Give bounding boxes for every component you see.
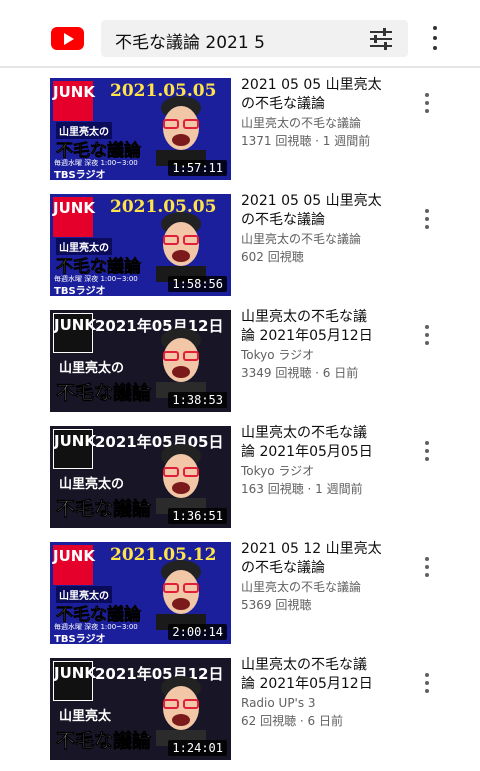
video-info[interactable]: 2021 05 12 山里亮太 の不毛な議論 山里亮太の不毛な議論 5369 回視… xyxy=(241,540,401,614)
thumbnail-station: TBSラジオ xyxy=(54,170,106,180)
thumbnail-show-title: 不毛な議論 xyxy=(56,498,152,521)
video-result[interactable]: JUNK 2021年05月12日 山里亮太 不毛な議論 1:24:01 山里亮太… xyxy=(0,648,480,764)
video-thumbnail[interactable]: JUNK 2021年05月12日 山里亮太の 不毛な議論 1:38:53 xyxy=(50,310,231,412)
video-result[interactable]: JUNK 2021.05.05 山里亮太の 不毛な議論 毎週水曜 深夜 1:00… xyxy=(0,184,480,300)
view-count-age: 5369 回視聴 xyxy=(241,598,312,612)
host-face-image xyxy=(156,560,206,630)
video-result[interactable]: JUNK 2021年05月12日 山里亮太の 不毛な議論 1:38:53 山里亮… xyxy=(0,300,480,416)
search-bar[interactable]: 不毛な議論 2021 5 xyxy=(101,20,408,57)
video-result[interactable]: JUNK 2021.05.05 山里亮太の 不毛な議論 毎週水曜 深夜 1:00… xyxy=(0,68,480,184)
video-thumbnail[interactable]: JUNK 2021.05.12 山里亮太の 不毛な議論 毎週水曜 深夜 1:00… xyxy=(50,542,231,644)
junk-badge: JUNK xyxy=(53,197,95,237)
junk-badge: JUNK xyxy=(53,661,96,701)
video-thumbnail[interactable]: JUNK 2021年05月12日 山里亮太 不毛な議論 1:24:01 xyxy=(50,658,231,760)
thumbnail-show-title: 不毛な議論 xyxy=(56,382,152,405)
video-info[interactable]: 山里亮太の不毛な議論 2021年05月12日 Radio UP's 3 62 回… xyxy=(241,656,401,730)
video-result[interactable]: JUNK 2021年05月05日 山里亮太の 不毛な議論 1:36:51 山里亮… xyxy=(0,416,480,532)
video-duration: 1:36:51 xyxy=(168,508,227,524)
view-count-age: 1371 回視聴 · 1 週間前 xyxy=(241,134,371,148)
more-vert-icon[interactable] xyxy=(424,209,430,229)
view-count-age: 62 回視聴 · 6 日前 xyxy=(241,714,343,728)
channel-name[interactable]: 山里亮太の不毛な議論 xyxy=(241,230,401,248)
channel-name[interactable]: 山里亮太の不毛な議論 xyxy=(241,114,401,132)
video-thumbnail[interactable]: JUNK 2021年05月05日 山里亮太の 不毛な議論 1:36:51 xyxy=(50,426,231,528)
channel-name[interactable]: 山里亮太の不毛な議論 xyxy=(241,578,401,596)
top-app-bar: 不毛な議論 2021 5 xyxy=(0,0,480,68)
video-duration: 1:24:01 xyxy=(168,740,227,756)
video-title[interactable]: 2021 05 12 山里亮太 の不毛な議論 xyxy=(241,540,401,578)
video-info[interactable]: 2021 05 05 山里亮太 の不毛な議論 山里亮太の不毛な議論 1371 回視… xyxy=(241,76,401,150)
channel-name[interactable]: Tokyo ラジオ xyxy=(241,346,401,364)
junk-badge: JUNK xyxy=(53,81,95,121)
video-duration: 1:38:53 xyxy=(168,392,227,408)
thumbnail-station: TBSラジオ xyxy=(54,634,106,644)
more-vert-icon[interactable] xyxy=(424,441,430,461)
junk-badge: JUNK xyxy=(53,313,96,353)
video-duration: 2:00:14 xyxy=(168,624,227,640)
video-result[interactable]: JUNK 2021.05.12 山里亮太の 不毛な議論 毎週水曜 深夜 1:00… xyxy=(0,532,480,648)
youtube-logo-icon[interactable] xyxy=(51,27,84,50)
video-info[interactable]: 山里亮太の不毛な議論 2021年05月12日 Tokyo ラジオ 3349 回視… xyxy=(241,308,401,382)
thumbnail-show-title: 不毛な議論 xyxy=(56,730,152,753)
video-duration: 1:58:56 xyxy=(168,276,227,292)
view-count-age: 602 回視聴 xyxy=(241,250,304,264)
host-face-image xyxy=(156,96,206,166)
video-duration: 1:57:11 xyxy=(168,160,227,176)
more-vert-icon[interactable] xyxy=(424,557,430,577)
more-vert-icon[interactable] xyxy=(424,93,430,113)
video-title[interactable]: 山里亮太の不毛な議論 2021年05月05日 xyxy=(241,424,401,462)
video-thumbnail[interactable]: JUNK 2021.05.05 山里亮太の 不毛な議論 毎週水曜 深夜 1:00… xyxy=(50,194,231,296)
junk-badge: JUNK xyxy=(53,545,95,585)
thumbnail-show-small: 山里亮太 xyxy=(59,709,112,724)
video-title[interactable]: 2021 05 05 山里亮太 の不毛な議論 xyxy=(241,192,401,230)
search-query[interactable]: 不毛な議論 2021 5 xyxy=(115,28,265,53)
more-vert-icon[interactable] xyxy=(424,673,430,693)
host-face-image xyxy=(156,444,206,514)
video-info[interactable]: 山里亮太の不毛な議論 2021年05月05日 Tokyo ラジオ 163 回視聴… xyxy=(241,424,401,498)
host-face-image xyxy=(156,328,206,398)
channel-name[interactable]: Radio UP's 3 xyxy=(241,694,401,712)
junk-badge: JUNK xyxy=(53,429,96,469)
more-vert-icon[interactable] xyxy=(425,26,445,50)
video-title[interactable]: 山里亮太の不毛な議論 2021年05月12日 xyxy=(241,656,401,694)
thumbnail-show-small: 山里亮太の xyxy=(59,477,125,492)
video-title[interactable]: 山里亮太の不毛な議論 2021年05月12日 xyxy=(241,308,401,346)
view-count-age: 3349 回視聴 · 6 日前 xyxy=(241,366,359,380)
thumbnail-station: TBSラジオ xyxy=(54,286,106,296)
host-face-image xyxy=(156,676,206,746)
more-vert-icon[interactable] xyxy=(424,325,430,345)
host-face-image xyxy=(156,212,206,282)
thumbnail-show-small: 山里亮太の xyxy=(59,361,125,376)
view-count-age: 163 回視聴 · 1 週間前 xyxy=(241,482,363,496)
video-title[interactable]: 2021 05 05 山里亮太 の不毛な議論 xyxy=(241,76,401,114)
filter-sliders-icon[interactable] xyxy=(369,28,393,50)
channel-name[interactable]: Tokyo ラジオ xyxy=(241,462,401,480)
video-thumbnail[interactable]: JUNK 2021.05.05 山里亮太の 不毛な議論 毎週水曜 深夜 1:00… xyxy=(50,78,231,180)
video-info[interactable]: 2021 05 05 山里亮太 の不毛な議論 山里亮太の不毛な議論 602 回視聴 xyxy=(241,192,401,266)
